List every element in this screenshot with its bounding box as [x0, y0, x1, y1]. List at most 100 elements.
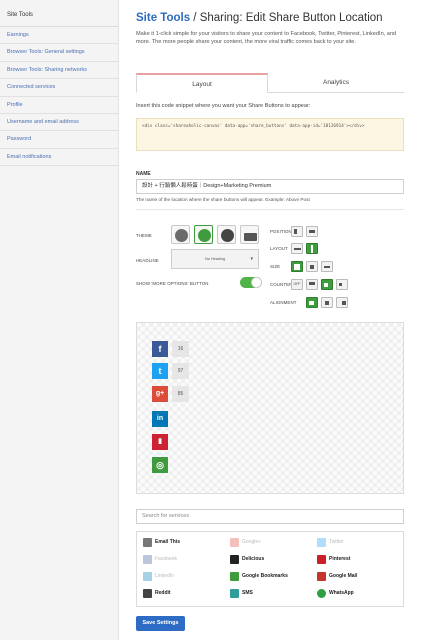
facebook-count: 16: [172, 341, 189, 357]
shareaholic-icon[interactable]: ◎: [152, 457, 168, 473]
theme-green-icon: [198, 229, 211, 242]
counter-off[interactable]: OFF: [291, 279, 303, 290]
twitter-icon[interactable]: t: [152, 363, 168, 379]
alignment-label: ALIGNMENT: [270, 300, 297, 305]
size-medium[interactable]: [306, 261, 318, 272]
theme-option-2[interactable]: [194, 225, 213, 244]
headline-value: No Heading: [204, 257, 226, 261]
google-plus-count: 85: [172, 386, 189, 402]
whatsapp-icon: [317, 589, 326, 598]
gmail-icon: [317, 572, 326, 581]
service-whatsapp[interactable]: WhatsApp: [315, 586, 401, 601]
sidebar-item-password[interactable]: Password: [0, 131, 118, 149]
service-google-plus[interactable]: Google+: [228, 535, 314, 550]
service-label: Reddit: [155, 590, 171, 596]
sidebar-item-email-notifications[interactable]: Email notifications: [0, 149, 118, 167]
service-label: Email This: [155, 539, 181, 545]
service-label: Google Bookmarks: [242, 573, 288, 579]
layout-glyph: [294, 248, 301, 250]
service-google-mail[interactable]: Google Mail: [315, 569, 401, 584]
tab-analytics[interactable]: Analytics: [268, 73, 404, 93]
pinterest-icon: [317, 555, 326, 564]
size-small[interactable]: [321, 261, 333, 272]
service-label: WhatsApp: [329, 590, 354, 596]
theme-label: THEME: [136, 233, 152, 238]
layout-vertical[interactable]: [306, 243, 318, 254]
google-plus-icon[interactable]: g+: [152, 386, 168, 402]
counter-glyph: [324, 283, 328, 287]
service-google-bookmarks[interactable]: Google Bookmarks: [228, 569, 314, 584]
name-input[interactable]: 設計 + 行銷懶人鬆時蛋｜Design+Marketing Premium: [136, 179, 404, 194]
linkedin-icon[interactable]: in: [152, 411, 168, 427]
sidebar: Site Tools Earnings Browser Tools: Gener…: [0, 0, 119, 640]
position-option-1[interactable]: [291, 226, 303, 237]
sidebar-item-connected-services[interactable]: Connected services: [0, 79, 118, 97]
service-label: Google+: [242, 539, 262, 545]
theme-flat-icon: [244, 233, 257, 241]
layout-glyph: [311, 245, 313, 253]
more-options-toggle[interactable]: [240, 277, 262, 288]
search-services-input[interactable]: Search for services: [136, 509, 404, 524]
alignment-glyph: [325, 301, 329, 305]
position-glyph: [294, 229, 297, 234]
headline-label: HEADLINE: [136, 258, 159, 263]
service-label: Pinterest: [329, 556, 351, 562]
service-twitter[interactable]: Twitter: [315, 535, 401, 550]
position-glyph: [309, 230, 315, 233]
code-snippet[interactable]: <div class='shareaholic-canvas' data-app…: [136, 118, 404, 151]
position-label: POSITION: [270, 229, 292, 234]
counter-glyph: [309, 282, 315, 285]
size-glyph: [294, 264, 300, 270]
share-preview: f 16 t 97 g+ 85 in ▮ ◎: [136, 322, 404, 494]
theme-option-3[interactable]: [217, 225, 236, 244]
sidebar-item-earnings[interactable]: Earnings: [0, 27, 118, 45]
toggle-knob: [251, 277, 262, 288]
size-large[interactable]: [291, 261, 303, 272]
service-email[interactable]: Email This: [141, 535, 227, 550]
twitter-count: 97: [172, 363, 189, 379]
save-settings-button[interactable]: Save Settings: [136, 616, 185, 631]
counter-inside[interactable]: [336, 279, 348, 290]
size-glyph: [324, 266, 330, 268]
service-reddit[interactable]: Reddit: [141, 586, 227, 601]
page-title-primary[interactable]: Site Tools: [136, 12, 190, 24]
alignment-center[interactable]: [321, 297, 333, 308]
sidebar-item-browser-sharing[interactable]: Browser Tools: Sharing networks: [0, 62, 118, 80]
service-linkedin[interactable]: LinkedIn: [141, 569, 227, 584]
sidebar-title: Site Tools: [0, 0, 118, 27]
theme-dark-icon: [221, 229, 234, 242]
page-title: Site Tools / Sharing: Edit Share Button …: [136, 12, 383, 24]
service-sms[interactable]: SMS: [228, 586, 314, 601]
services-list: Email This Google+ Twitter Facebook Deli…: [136, 531, 404, 607]
service-label: LinkedIn: [155, 573, 174, 579]
theme-gray-icon: [175, 229, 188, 242]
sidebar-item-profile[interactable]: Profile: [0, 97, 118, 114]
bookmark-icon[interactable]: ▮: [152, 434, 168, 450]
service-delicious[interactable]: Delicious: [228, 552, 314, 567]
service-facebook[interactable]: Facebook: [141, 552, 227, 567]
alignment-left[interactable]: [306, 297, 318, 308]
theme-option-1[interactable]: [171, 225, 190, 244]
service-label: Twitter: [329, 539, 344, 545]
service-pinterest[interactable]: Pinterest: [315, 552, 401, 567]
theme-option-4[interactable]: [240, 225, 259, 244]
headline-select[interactable]: No Heading ▾: [171, 249, 259, 269]
tab-layout[interactable]: Layout: [136, 73, 268, 93]
facebook-icon[interactable]: f: [152, 341, 168, 357]
service-label: SMS: [242, 590, 253, 596]
email-icon: [143, 538, 152, 547]
layout-horizontal[interactable]: [291, 243, 303, 254]
position-option-2[interactable]: [306, 226, 318, 237]
counter-glyph: [339, 283, 342, 286]
sidebar-item-browser-general[interactable]: Browser Tools: General settings: [0, 44, 118, 62]
tab-bar: Layout Analytics: [136, 73, 404, 93]
counter-top[interactable]: [306, 279, 318, 290]
alignment-glyph: [309, 301, 314, 305]
google-plus-icon: [230, 538, 239, 547]
twitter-icon: [317, 538, 326, 547]
chevron-down-icon: ▾: [250, 256, 253, 262]
alignment-right[interactable]: [336, 297, 348, 308]
counter-side[interactable]: [321, 279, 333, 290]
snippet-label: Insert this code snippet where you want …: [136, 103, 311, 109]
sidebar-item-username-email[interactable]: Username and email address: [0, 114, 118, 132]
